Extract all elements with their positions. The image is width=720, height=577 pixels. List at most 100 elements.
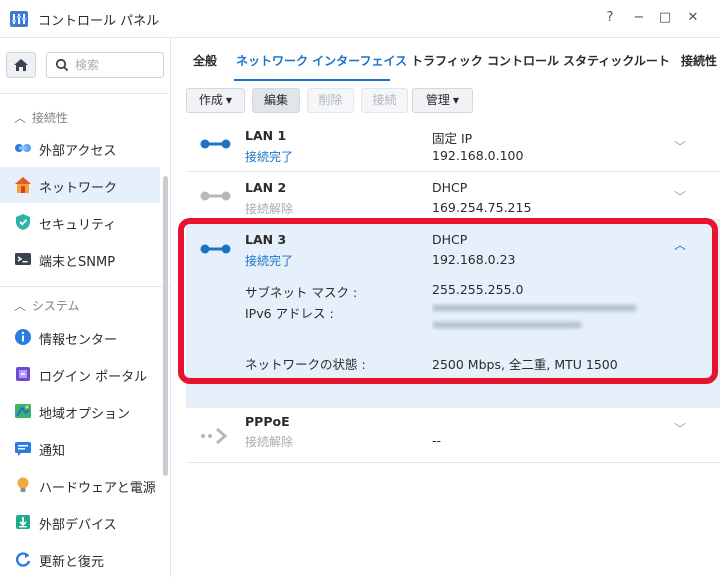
active-tab-indicator [234, 79, 390, 81]
chevron-up-icon: ︿ [14, 111, 27, 125]
ipv6-address-value-redacted [432, 300, 647, 343]
sidebar-item-update-restore[interactable]: 更新と復元 [0, 541, 160, 577]
chevron-up-icon[interactable]: ︿ [674, 236, 686, 253]
sidebar-item-security[interactable]: セキュリティ [0, 204, 160, 240]
tab-traffic-control[interactable]: トラフィック コントロール [411, 52, 559, 69]
sidebar-item-external-device[interactable]: 外部デバイス [0, 504, 160, 540]
manage-button[interactable]: 管理 ▼ [412, 88, 473, 113]
network-status-value: 2500 Mbps, 全二重, MTU 1500 [432, 357, 618, 372]
chevron-down-icon[interactable]: ﹀ [674, 138, 686, 155]
chevron-up-icon: ︿ [14, 299, 27, 313]
tab-network-interface[interactable]: ネットワーク インターフェイス [236, 52, 407, 69]
external-access-icon [14, 139, 32, 157]
lan-disconnected-icon [200, 188, 232, 208]
security-shield-icon [14, 213, 32, 231]
interface-mode: DHCP [432, 232, 468, 247]
sidebar-scrollbar[interactable] [163, 176, 168, 476]
sidebar-item-network[interactable]: ネットワーク [0, 167, 160, 203]
manage-label: 管理 [425, 93, 450, 107]
sidebar-item-label: 情報センター [39, 333, 118, 348]
edit-button[interactable]: 編集 [252, 88, 300, 113]
group-label: システム [31, 299, 80, 313]
search-icon [55, 58, 69, 76]
caret-down-icon: ▼ [225, 96, 233, 105]
interface-row-lan3[interactable]: LAN 3 接続完了 DHCP 192.168.0.23 ︿ サブネット マスク… [186, 220, 720, 408]
network-icon [14, 176, 32, 194]
info-icon [14, 328, 32, 346]
interface-row-pppoe[interactable]: PPPoE 接続解除 -- ﹀ [186, 408, 720, 463]
terminal-icon [14, 250, 32, 268]
group-system[interactable]: ︿ システム [14, 297, 79, 314]
caret-down-icon: ▼ [452, 96, 460, 105]
sidebar-item-label: ネットワーク [39, 181, 118, 196]
sidebar-item-info-center[interactable]: 情報センター [0, 319, 160, 355]
sidebar-divider [0, 93, 170, 94]
interface-ip: -- [432, 433, 442, 448]
sidebar-item-label: ログイン ポータル [39, 370, 148, 385]
close-button[interactable]: ✕ [683, 8, 703, 28]
interface-name: PPPoE [245, 414, 290, 429]
maximize-button[interactable]: □ [655, 8, 675, 28]
main-panel: 全般 ネットワーク インターフェイス トラフィック コントロール スタティックル… [172, 38, 720, 577]
sidebar-item-label: セキュリティ [39, 218, 117, 233]
sidebar-item-external-access[interactable]: 外部アクセス [0, 130, 160, 166]
group-connectivity[interactable]: ︿ 接続性 [14, 109, 68, 126]
sidebar-item-login-portal[interactable]: ログイン ポータル [0, 356, 160, 392]
sidebar-item-label: 更新と復元 [39, 555, 105, 570]
tab-static-route[interactable]: スタティックルート [563, 52, 670, 69]
interface-row-lan1[interactable]: LAN 1 接続完了 固定 IP 192.168.0.100 ﹀ [186, 120, 720, 172]
search-input[interactable] [75, 56, 161, 74]
create-button[interactable]: 作成 ▼ [186, 88, 245, 113]
sidebar-item-regional-options[interactable]: 地域オプション [0, 393, 160, 429]
tab-connectivity[interactable]: 接続性 [681, 52, 717, 69]
interface-status: 接続完了 [245, 150, 294, 164]
connect-label: 接続 [372, 93, 397, 107]
chevron-down-icon[interactable]: ﹀ [674, 420, 686, 437]
interface-status: 接続解除 [245, 202, 294, 216]
interface-status: 接続完了 [245, 254, 294, 268]
interface-name: LAN 2 [245, 180, 287, 195]
tab-bar: 全般 ネットワーク インターフェイス トラフィック コントロール スタティックル… [172, 38, 720, 82]
tab-general[interactable]: 全般 [193, 52, 217, 69]
interface-ip: 169.254.75.215 [432, 200, 532, 215]
regional-options-icon [14, 402, 32, 420]
search-field[interactable] [46, 52, 164, 78]
edit-label: 編集 [263, 93, 288, 107]
sidebar-item-label: 地域オプション [39, 407, 131, 422]
sidebar-divider [0, 286, 170, 287]
create-label: 作成 [198, 93, 223, 107]
interface-ip: 192.168.0.23 [432, 252, 516, 267]
control-panel-icon [9, 9, 29, 29]
subnet-mask-label: サブネット マスク : [245, 285, 358, 300]
ipv6-address-label: IPv6 アドレス : [245, 306, 334, 321]
update-restore-icon [14, 550, 32, 568]
title-bar: コントロール パネル ? − □ ✕ [0, 0, 720, 38]
home-button[interactable] [6, 52, 36, 78]
interface-row-lan2[interactable]: LAN 2 接続解除 DHCP 169.254.75.215 ﹀ [186, 172, 720, 220]
pppoe-icon [200, 426, 232, 450]
lan-connected-icon [200, 241, 232, 261]
login-portal-icon [14, 365, 32, 383]
external-device-icon [14, 513, 32, 531]
redacted-blur [432, 305, 637, 328]
delete-button[interactable]: 削除 [307, 88, 354, 113]
interface-status: 接続解除 [245, 435, 294, 449]
sidebar-item-terminal-snmp[interactable]: 端末とSNMP [0, 241, 160, 277]
interface-name: LAN 3 [245, 232, 287, 247]
interface-mode: 固定 IP [432, 131, 473, 146]
home-icon [14, 59, 28, 71]
subnet-mask-value: 255.255.255.0 [432, 282, 524, 297]
sidebar-item-label: 通知 [39, 444, 66, 459]
sidebar-item-label: 端末とSNMP [39, 255, 116, 270]
window-title: コントロール パネル [38, 14, 160, 29]
sidebar-item-label: ハードウェアと電源 [39, 481, 156, 496]
chevron-down-icon[interactable]: ﹀ [674, 188, 686, 205]
interface-name: LAN 1 [245, 128, 287, 143]
connect-button[interactable]: 接続 [361, 88, 408, 113]
sidebar-item-label: 外部アクセス [39, 144, 117, 159]
help-button[interactable]: ? [600, 8, 620, 28]
sidebar-item-notification[interactable]: 通知 [0, 430, 160, 466]
sidebar-item-hardware-power[interactable]: ハードウェアと電源 [0, 467, 160, 503]
sidebar-item-label: 外部デバイス [39, 518, 117, 533]
minimize-button[interactable]: − [629, 8, 649, 28]
